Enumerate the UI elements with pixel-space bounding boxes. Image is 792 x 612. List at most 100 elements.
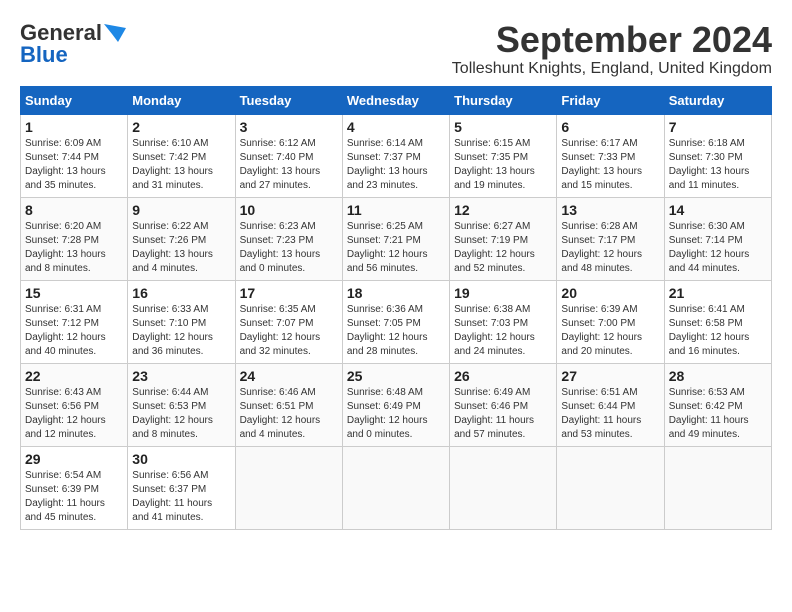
calendar-cell: 6 Sunrise: 6:17 AM Sunset: 7:33 PM Daylig… bbox=[557, 114, 664, 197]
day-number: 22 bbox=[25, 368, 123, 384]
calendar-cell: 26 Sunrise: 6:49 AM Sunset: 6:46 PM Dayli… bbox=[450, 363, 557, 446]
calendar-cell: 21Sunrise: 6:41 AM Sunset: 6:58 PM Dayli… bbox=[664, 280, 771, 363]
day-info: Sunrise: 6:35 AM Sunset: 7:07 PM Dayligh… bbox=[240, 303, 338, 359]
calendar-cell: 5Sunrise: 6:15 AM Sunset: 7:35 PM Daylig… bbox=[450, 114, 557, 197]
day-number: 11 bbox=[347, 202, 445, 218]
day-number: 30 bbox=[132, 451, 230, 467]
day-number: 13 bbox=[561, 202, 659, 218]
day-number: 7 bbox=[669, 119, 767, 135]
calendar-week-row: 8 Sunrise: 6:20 AM Sunset: 7:28 PM Daylig… bbox=[21, 197, 772, 280]
calendar-cell: 30 Sunrise: 6:56 AM Sunset: 6:37 PM Dayli… bbox=[128, 446, 235, 529]
calendar-cell bbox=[235, 446, 342, 529]
calendar-cell: 1 Sunrise: 6:09 AM Sunset: 7:44 PM Daylig… bbox=[21, 114, 128, 197]
calendar-cell: 17Sunrise: 6:35 AM Sunset: 7:07 PM Dayli… bbox=[235, 280, 342, 363]
calendar-cell: 2 Sunrise: 6:10 AM Sunset: 7:42 PM Daylig… bbox=[128, 114, 235, 197]
logo-bird-icon bbox=[104, 24, 126, 42]
day-info: Sunrise: 6:14 AM Sunset: 7:37 PM Dayligh… bbox=[347, 137, 445, 193]
day-number: 18 bbox=[347, 285, 445, 301]
calendar-table: Sunday Monday Tuesday Wednesday Thursday… bbox=[20, 86, 772, 530]
day-info: Sunrise: 6:18 AM Sunset: 7:30 PM Dayligh… bbox=[669, 137, 767, 193]
calendar-cell: 25 Sunrise: 6:48 AM Sunset: 6:49 PM Dayli… bbox=[342, 363, 449, 446]
day-info: Sunrise: 6:22 AM Sunset: 7:26 PM Dayligh… bbox=[132, 220, 230, 276]
day-info: Sunrise: 6:44 AM Sunset: 6:53 PM Dayligh… bbox=[132, 386, 230, 442]
day-number: 23 bbox=[132, 368, 230, 384]
calendar-cell: 29 Sunrise: 6:54 AM Sunset: 6:39 PM Dayli… bbox=[21, 446, 128, 529]
day-number: 1 bbox=[25, 119, 123, 135]
calendar-cell: 28 Sunrise: 6:53 AM Sunset: 6:42 PM Dayli… bbox=[664, 363, 771, 446]
title-area: September 2024 Tolleshunt Knights, Engla… bbox=[452, 20, 772, 78]
day-info: Sunrise: 6:10 AM Sunset: 7:42 PM Dayligh… bbox=[132, 137, 230, 193]
col-thursday: Thursday bbox=[450, 86, 557, 114]
day-info: Sunrise: 6:12 AM Sunset: 7:40 PM Dayligh… bbox=[240, 137, 338, 193]
day-info: Sunrise: 6:15 AM Sunset: 7:35 PM Dayligh… bbox=[454, 137, 552, 193]
day-info: Sunrise: 6:38 AM Sunset: 7:03 PM Dayligh… bbox=[454, 303, 552, 359]
calendar-week-row: 1 Sunrise: 6:09 AM Sunset: 7:44 PM Daylig… bbox=[21, 114, 772, 197]
day-number: 16 bbox=[132, 285, 230, 301]
day-info: Sunrise: 6:51 AM Sunset: 6:44 PM Dayligh… bbox=[561, 386, 659, 442]
col-sunday: Sunday bbox=[21, 86, 128, 114]
day-number: 14 bbox=[669, 202, 767, 218]
day-info: Sunrise: 6:43 AM Sunset: 6:56 PM Dayligh… bbox=[25, 386, 123, 442]
col-wednesday: Wednesday bbox=[342, 86, 449, 114]
day-info: Sunrise: 6:46 AM Sunset: 6:51 PM Dayligh… bbox=[240, 386, 338, 442]
calendar-cell: 13Sunrise: 6:28 AM Sunset: 7:17 PM Dayli… bbox=[557, 197, 664, 280]
day-number: 3 bbox=[240, 119, 338, 135]
day-info: Sunrise: 6:33 AM Sunset: 7:10 PM Dayligh… bbox=[132, 303, 230, 359]
calendar-cell: 7 Sunrise: 6:18 AM Sunset: 7:30 PM Daylig… bbox=[664, 114, 771, 197]
day-number: 9 bbox=[132, 202, 230, 218]
calendar-week-row: 15 Sunrise: 6:31 AM Sunset: 7:12 PM Dayli… bbox=[21, 280, 772, 363]
day-number: 26 bbox=[454, 368, 552, 384]
day-info: Sunrise: 6:56 AM Sunset: 6:37 PM Dayligh… bbox=[132, 469, 230, 525]
calendar-cell: 22 Sunrise: 6:43 AM Sunset: 6:56 PM Dayli… bbox=[21, 363, 128, 446]
calendar-cell: 20Sunrise: 6:39 AM Sunset: 7:00 PM Dayli… bbox=[557, 280, 664, 363]
day-number: 24 bbox=[240, 368, 338, 384]
day-info: Sunrise: 6:54 AM Sunset: 6:39 PM Dayligh… bbox=[25, 469, 123, 525]
calendar-cell: 27 Sunrise: 6:51 AM Sunset: 6:44 PM Dayli… bbox=[557, 363, 664, 446]
day-info: Sunrise: 6:53 AM Sunset: 6:42 PM Dayligh… bbox=[669, 386, 767, 442]
day-number: 10 bbox=[240, 202, 338, 218]
day-number: 4 bbox=[347, 119, 445, 135]
col-monday: Monday bbox=[128, 86, 235, 114]
calendar-cell bbox=[342, 446, 449, 529]
day-number: 20 bbox=[561, 285, 659, 301]
calendar-week-row: 29 Sunrise: 6:54 AM Sunset: 6:39 PM Dayli… bbox=[21, 446, 772, 529]
day-info: Sunrise: 6:27 AM Sunset: 7:19 PM Dayligh… bbox=[454, 220, 552, 276]
day-number: 6 bbox=[561, 119, 659, 135]
day-info: Sunrise: 6:23 AM Sunset: 7:23 PM Dayligh… bbox=[240, 220, 338, 276]
calendar-cell: 9 Sunrise: 6:22 AM Sunset: 7:26 PM Daylig… bbox=[128, 197, 235, 280]
day-number: 27 bbox=[561, 368, 659, 384]
day-info: Sunrise: 6:49 AM Sunset: 6:46 PM Dayligh… bbox=[454, 386, 552, 442]
day-number: 8 bbox=[25, 202, 123, 218]
day-info: Sunrise: 6:31 AM Sunset: 7:12 PM Dayligh… bbox=[25, 303, 123, 359]
calendar-cell bbox=[557, 446, 664, 529]
day-number: 29 bbox=[25, 451, 123, 467]
day-number: 19 bbox=[454, 285, 552, 301]
day-info: Sunrise: 6:30 AM Sunset: 7:14 PM Dayligh… bbox=[669, 220, 767, 276]
day-number: 15 bbox=[25, 285, 123, 301]
calendar-week-row: 22 Sunrise: 6:43 AM Sunset: 6:56 PM Dayli… bbox=[21, 363, 772, 446]
calendar-cell bbox=[450, 446, 557, 529]
month-title: September 2024 bbox=[452, 20, 772, 60]
calendar-cell: 11 Sunrise: 6:25 AM Sunset: 7:21 PM Dayli… bbox=[342, 197, 449, 280]
day-number: 28 bbox=[669, 368, 767, 384]
calendar-cell: 14 Sunrise: 6:30 AM Sunset: 7:14 PM Dayli… bbox=[664, 197, 771, 280]
calendar-cell: 19 Sunrise: 6:38 AM Sunset: 7:03 PM Dayli… bbox=[450, 280, 557, 363]
calendar-cell bbox=[664, 446, 771, 529]
day-number: 21 bbox=[669, 285, 767, 301]
calendar-cell: 12Sunrise: 6:27 AM Sunset: 7:19 PM Dayli… bbox=[450, 197, 557, 280]
calendar-cell: 8 Sunrise: 6:20 AM Sunset: 7:28 PM Daylig… bbox=[21, 197, 128, 280]
day-info: Sunrise: 6:17 AM Sunset: 7:33 PM Dayligh… bbox=[561, 137, 659, 193]
calendar-cell: 15 Sunrise: 6:31 AM Sunset: 7:12 PM Dayli… bbox=[21, 280, 128, 363]
calendar-cell: 4 Sunrise: 6:14 AM Sunset: 7:37 PM Daylig… bbox=[342, 114, 449, 197]
day-number: 2 bbox=[132, 119, 230, 135]
calendar-header-row: Sunday Monday Tuesday Wednesday Thursday… bbox=[21, 86, 772, 114]
day-info: Sunrise: 6:20 AM Sunset: 7:28 PM Dayligh… bbox=[25, 220, 123, 276]
day-number: 25 bbox=[347, 368, 445, 384]
calendar-cell: 18Sunrise: 6:36 AM Sunset: 7:05 PM Dayli… bbox=[342, 280, 449, 363]
col-saturday: Saturday bbox=[664, 86, 771, 114]
calendar-cell: 24 Sunrise: 6:46 AM Sunset: 6:51 PM Dayli… bbox=[235, 363, 342, 446]
day-info: Sunrise: 6:48 AM Sunset: 6:49 PM Dayligh… bbox=[347, 386, 445, 442]
day-info: Sunrise: 6:09 AM Sunset: 7:44 PM Dayligh… bbox=[25, 137, 123, 193]
col-friday: Friday bbox=[557, 86, 664, 114]
day-info: Sunrise: 6:25 AM Sunset: 7:21 PM Dayligh… bbox=[347, 220, 445, 276]
